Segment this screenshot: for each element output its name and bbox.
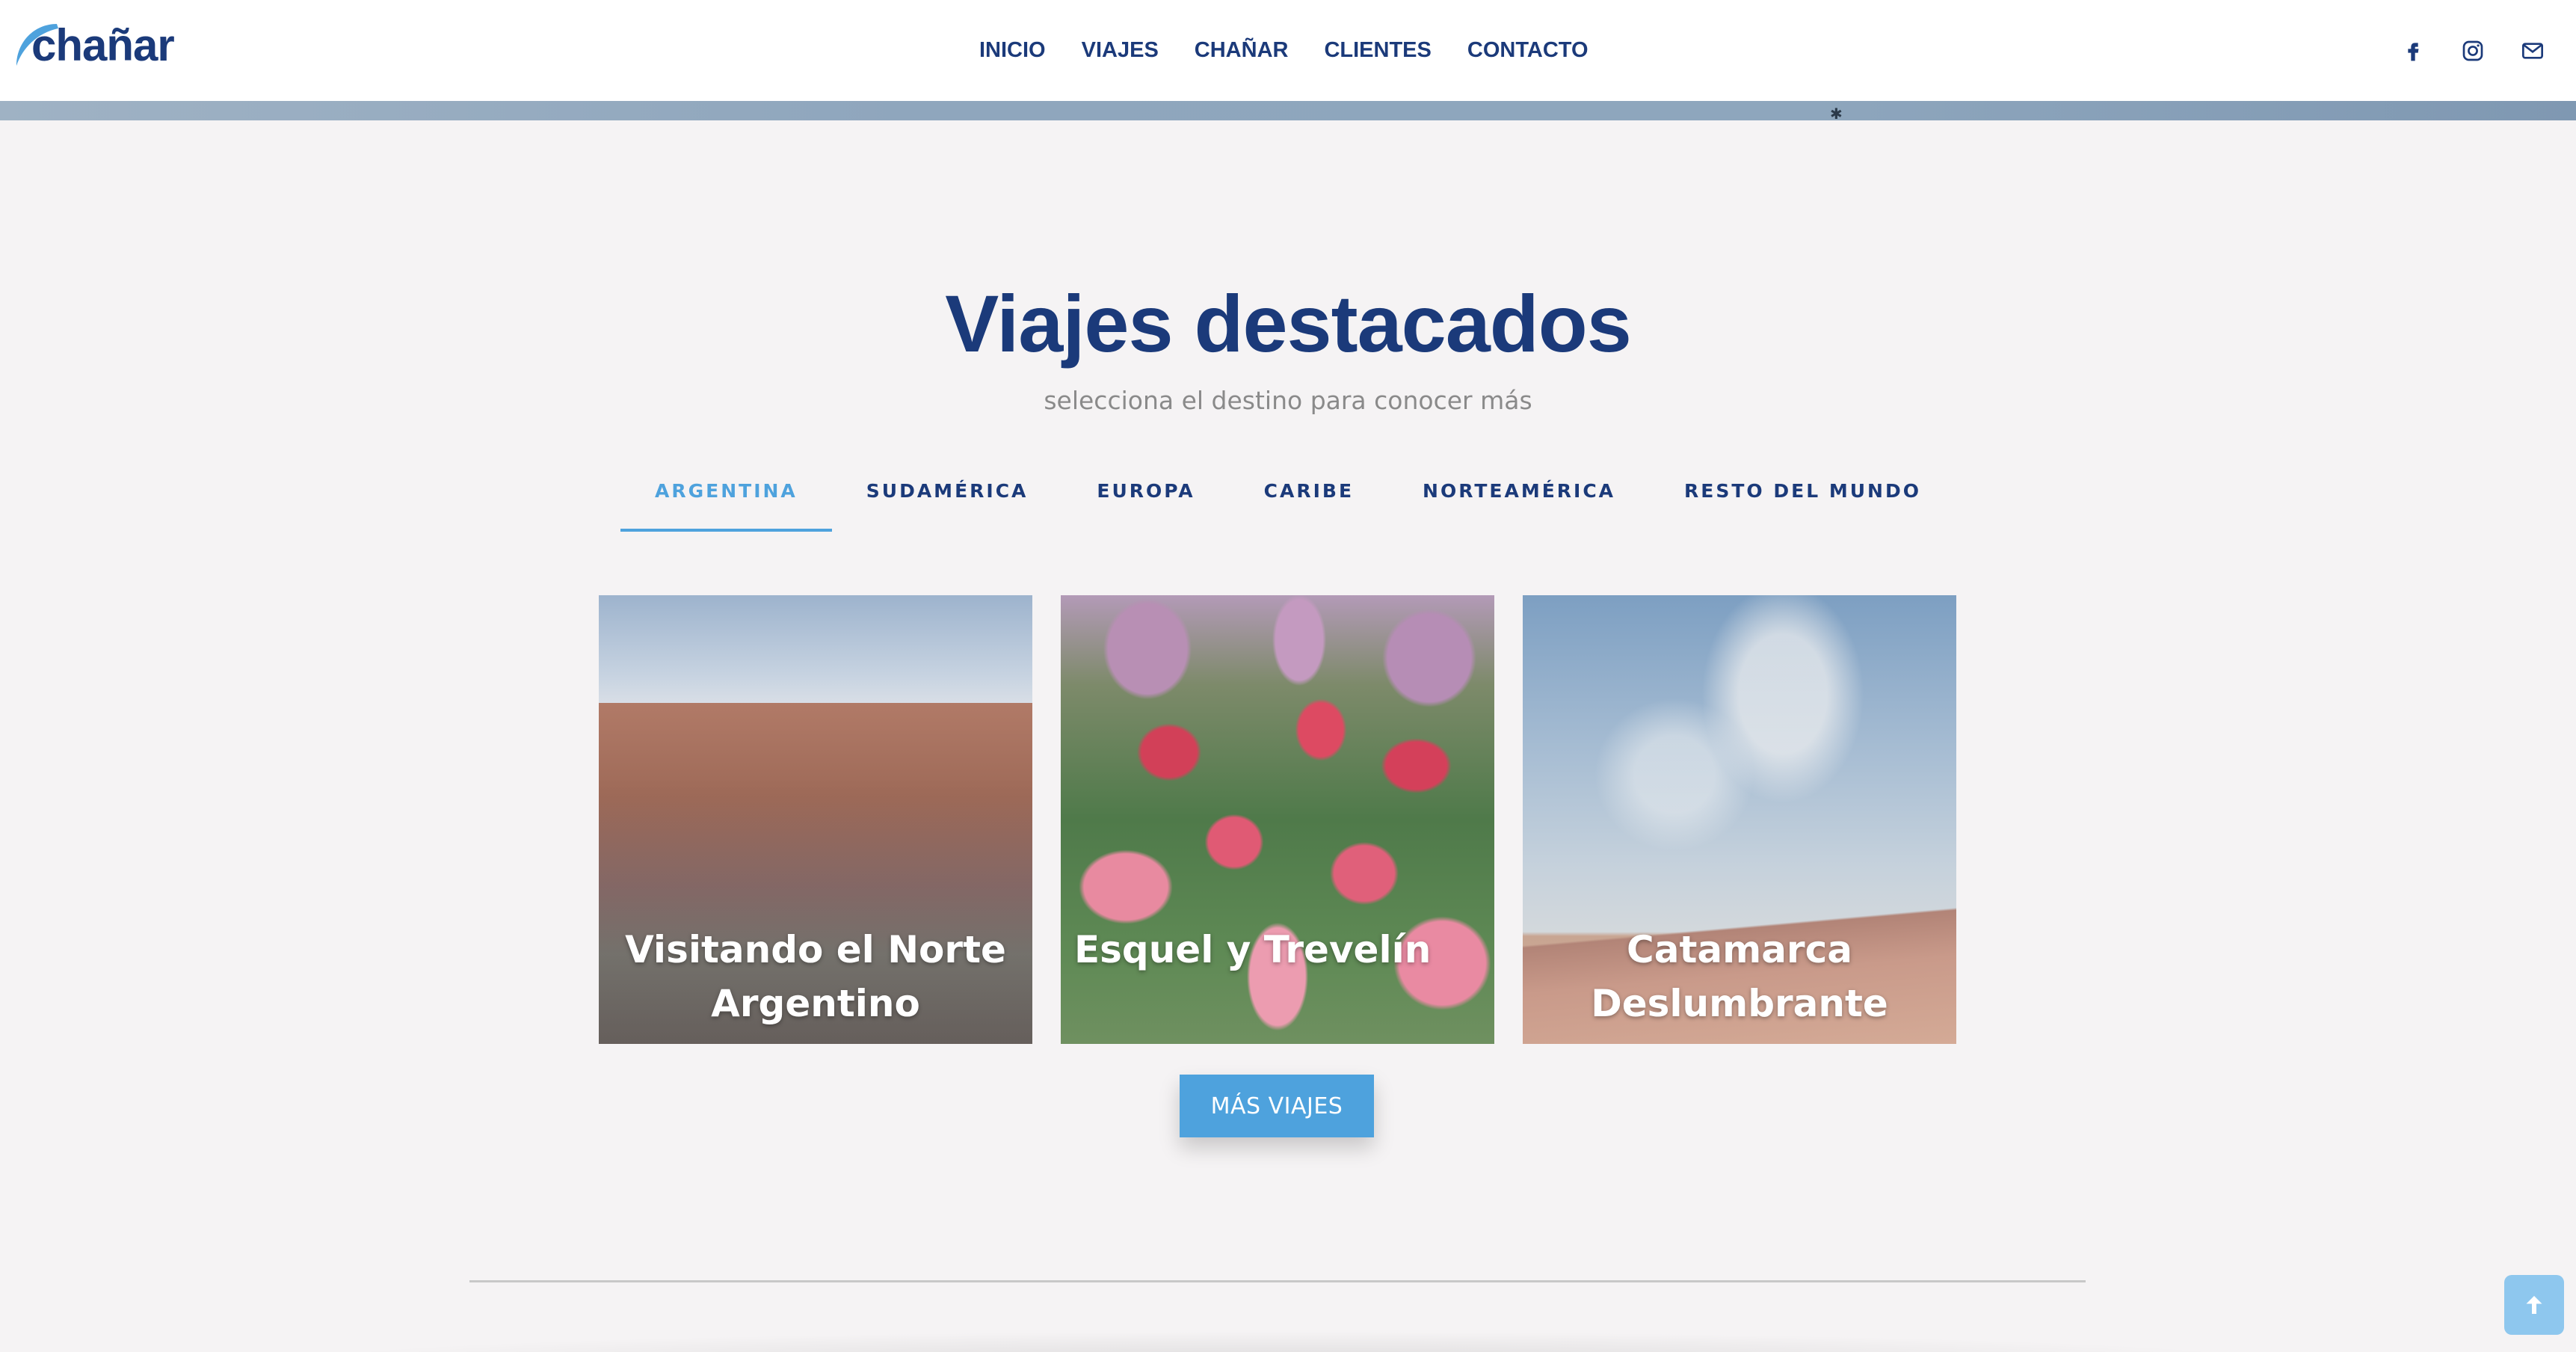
tab-caribe[interactable]: CARIBE: [1230, 464, 1388, 532]
trip-card-title: Visitando el Norte Argentino: [625, 928, 1006, 1025]
trip-card-norte-argentino[interactable]: Visitando el Norte Argentino: [599, 595, 1032, 1044]
site-header: chañar INICIO VIAJES CHAÑAR CLIENTES CON…: [0, 0, 2576, 101]
section-subtitle: selecciona el destino para conocer más: [1044, 386, 1532, 415]
arrow-up-icon: [2526, 1296, 2542, 1314]
envelope-icon[interactable]: [2519, 37, 2546, 64]
trip-card-title: Esquel y Trevelín: [1074, 928, 1432, 971]
trip-card-catamarca[interactable]: Catamarca Deslumbrante: [1523, 595, 1956, 1044]
scroll-to-top-button[interactable]: [2504, 1275, 2564, 1335]
next-section-shadow: [284, 1331, 2287, 1352]
facebook-icon[interactable]: [2400, 37, 2426, 64]
main-nav: INICIO VIAJES CHAÑAR CLIENTES CONTACTO: [979, 0, 1589, 101]
logo-text: chañar: [31, 20, 175, 70]
destination-tabs: ARGENTINA SUDAMÉRICA EUROPA CARIBE NORTE…: [0, 464, 2576, 532]
nav-item-inicio[interactable]: INICIO: [979, 38, 1046, 63]
tab-europa[interactable]: EUROPA: [1062, 464, 1229, 532]
page: chañar INICIO VIAJES CHAÑAR CLIENTES CON…: [0, 0, 2576, 1352]
tab-norteamerica[interactable]: NORTEAMÉRICA: [1388, 464, 1650, 532]
hero-image-strip: [0, 101, 2576, 120]
trip-cards: Visitando el Norte Argentino Esquel y Tr…: [599, 595, 1956, 1044]
trip-card-esquel-trevelin[interactable]: Esquel y Trevelín: [1061, 595, 1494, 1044]
trip-card-title: Catamarca Deslumbrante: [1591, 928, 1888, 1025]
hero-detail-icon: ✱: [1830, 106, 1843, 123]
tab-sudamerica[interactable]: SUDAMÉRICA: [832, 464, 1063, 532]
tulips-image: [1061, 595, 1494, 1044]
section-title: Viajes destacados: [945, 278, 1632, 369]
section-divider: [469, 1280, 2086, 1282]
nav-item-contacto[interactable]: CONTACTO: [1467, 38, 1589, 63]
social-links: [2400, 0, 2546, 101]
nav-item-viajes[interactable]: VIAJES: [1082, 38, 1159, 63]
nav-item-clientes[interactable]: CLIENTES: [1324, 38, 1431, 63]
tab-argentina[interactable]: ARGENTINA: [620, 464, 832, 532]
tab-resto-del-mundo[interactable]: RESTO DEL MUNDO: [1650, 464, 1956, 532]
more-trips-button[interactable]: MÁS VIAJES: [1180, 1075, 1374, 1137]
nav-item-chanar[interactable]: CHAÑAR: [1195, 38, 1289, 63]
brand-logo[interactable]: chañar: [12, 16, 175, 76]
instagram-icon[interactable]: [2459, 37, 2486, 64]
